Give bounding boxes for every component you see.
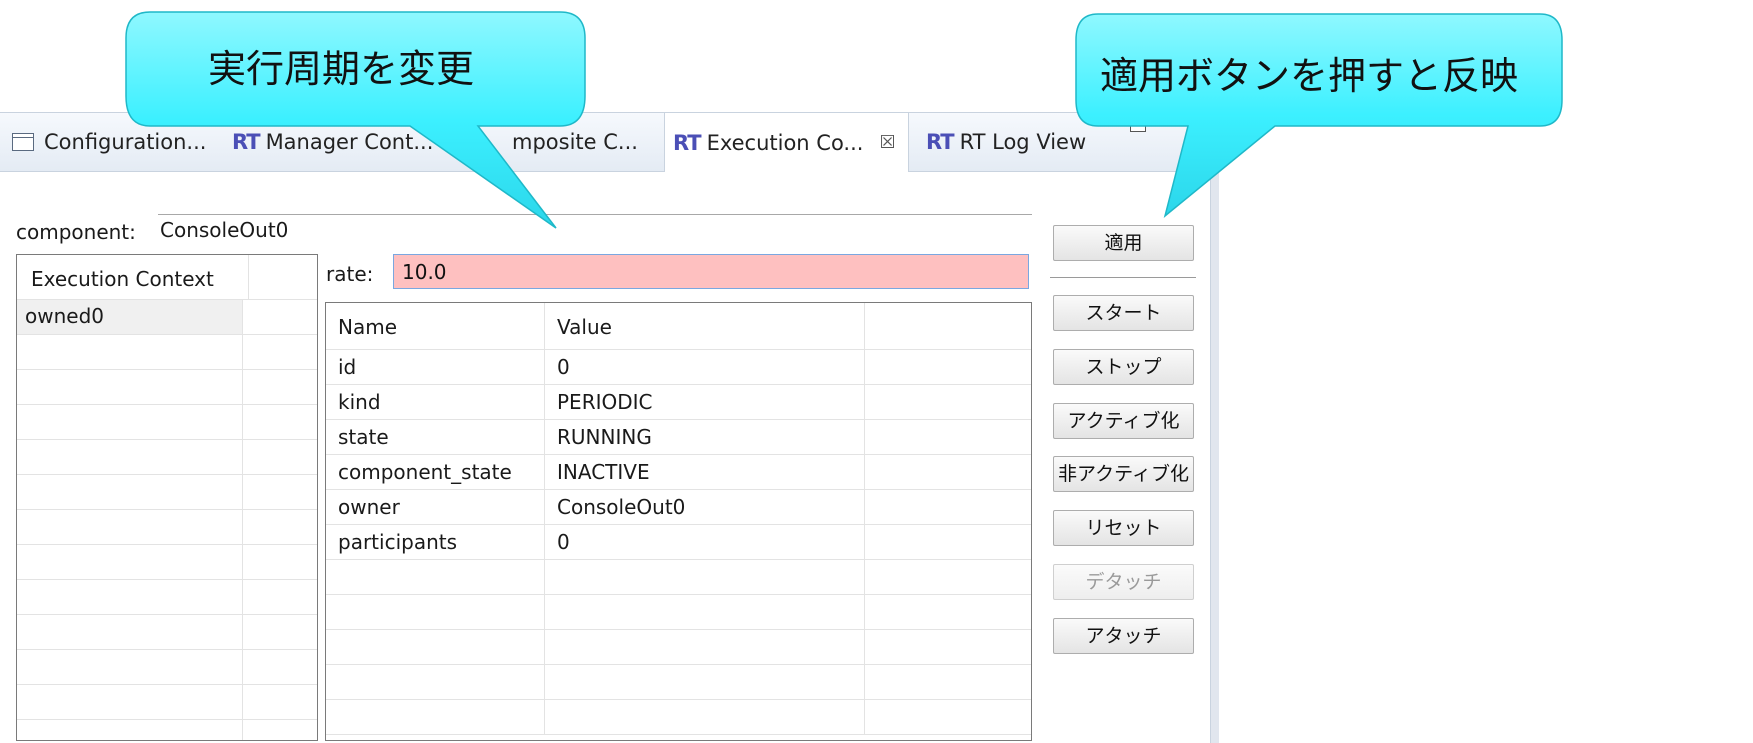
- callout-left-text: 実行周期を変更: [208, 47, 475, 91]
- callout-shapes: [125, 11, 1563, 229]
- callout-right-text: 適用ボタンを押すと反映: [1100, 54, 1519, 98]
